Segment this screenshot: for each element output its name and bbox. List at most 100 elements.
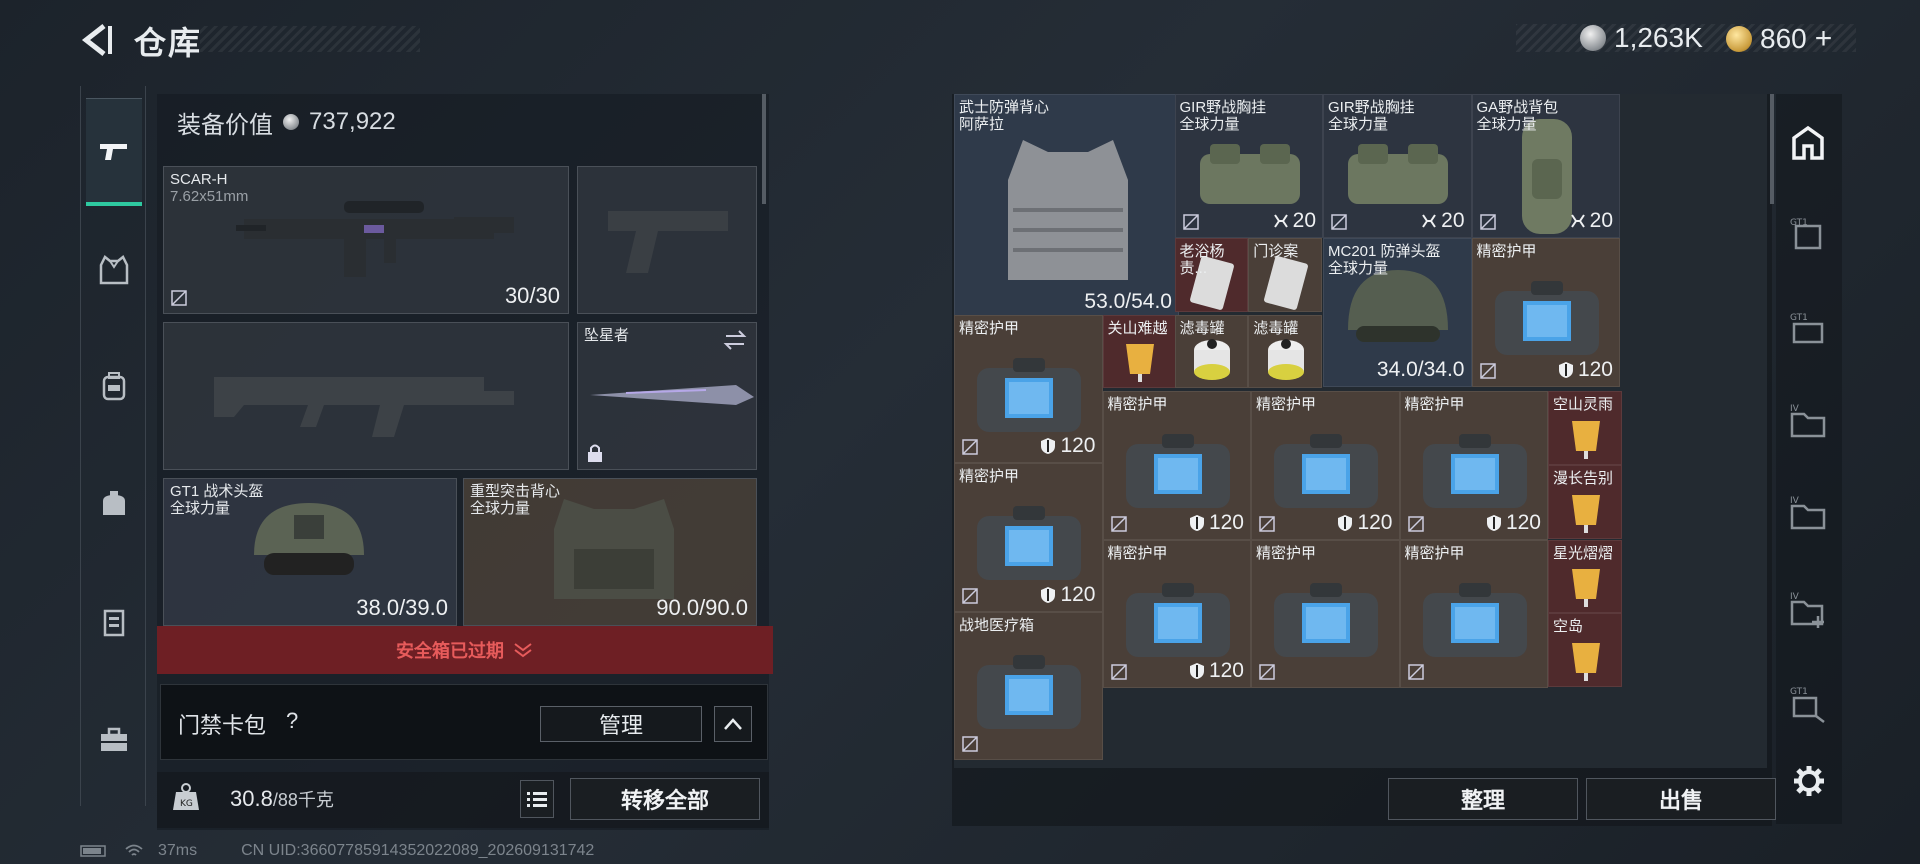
item-subtitle: 全球力量 [1476, 116, 1537, 133]
rifle-image [236, 201, 514, 277]
sell-button[interactable]: 出售 [1586, 778, 1776, 820]
storage-item[interactable]: 精密护甲 [1251, 539, 1400, 688]
storage-item[interactable]: 精密护甲 120 [1102, 539, 1251, 688]
capacity-icon [1570, 214, 1585, 228]
container-icon: GT1 [1790, 218, 1822, 250]
collapse-button[interactable] [714, 706, 752, 742]
safebox-expired-bar[interactable]: 安全箱已过期 [157, 626, 773, 674]
melee-slot[interactable]: 坠星者 [577, 322, 757, 470]
svg-text:GT1: GT1 [1790, 313, 1808, 323]
armor-icon [1041, 586, 1056, 603]
battery-icon [80, 845, 106, 857]
pistol-silhouette-icon [608, 211, 728, 273]
storage-item[interactable]: GIR野战胸挂 全球力量 20 [1174, 94, 1323, 238]
swap-icon[interactable] [722, 329, 748, 351]
armor-icon [1041, 438, 1056, 454]
storage-item[interactable]: 战地医疗箱 [954, 611, 1103, 760]
helmet-slot[interactable]: GT1 战术头盔 全球力量 38.0/39.0 [163, 478, 457, 626]
nav-medical[interactable] [86, 594, 142, 650]
nav-iv-2[interactable]: IV [1778, 484, 1838, 544]
storage-item[interactable]: 空山灵雨 [1548, 391, 1622, 465]
item-name: GIR野战胸挂 [1179, 99, 1267, 116]
item-name: 精密护甲 [1404, 544, 1465, 562]
vest-icon [99, 255, 129, 285]
item-subtitle: 阿萨拉 [959, 116, 1005, 133]
wifi-icon [125, 844, 143, 856]
back-arrow-icon [81, 24, 112, 56]
secondary-weapon-slot[interactable] [163, 322, 569, 470]
silver-amount: 1,263K [1614, 22, 1703, 53]
gold-coin-icon [1726, 26, 1752, 52]
helmet-image [254, 503, 364, 575]
no-insurance-icon [1182, 214, 1199, 230]
storage-item[interactable]: 精密护甲 120 [954, 463, 1103, 612]
storage-item[interactable]: 门诊案 [1248, 238, 1323, 312]
storage-item[interactable]: 精密护甲 120 [1102, 391, 1251, 540]
item-name: 滤毒罐 [1179, 319, 1225, 337]
item-value: 20 [1589, 209, 1613, 232]
nav-iv-1[interactable]: IV [1778, 392, 1838, 452]
nav-gt1-1[interactable]: GT1 [1778, 206, 1838, 266]
nav-pouch[interactable] [86, 476, 142, 532]
ping: 37ms [158, 842, 198, 859]
armor-icon [1189, 514, 1204, 531]
storage-item[interactable]: MC201 防弹头盔 全球力量 34.0/34.0 [1323, 238, 1472, 387]
storage-item[interactable]: 关山难越 [1102, 314, 1177, 389]
storage-item[interactable]: 精密护甲 120 [1251, 391, 1400, 540]
pistol-icon [100, 143, 127, 160]
sort-button[interactable]: 整理 [1388, 778, 1578, 820]
item-value: 20 [1441, 209, 1465, 232]
add-gold-button[interactable]: + [1815, 22, 1833, 56]
vest-image [554, 499, 674, 599]
storage-item[interactable]: 空岛 [1548, 613, 1622, 688]
nav-storage-home[interactable] [1778, 114, 1838, 174]
item-value: 120 [1208, 659, 1244, 682]
nav-iv-add[interactable]: IV [1778, 580, 1838, 640]
storage-item[interactable]: 滤毒罐 [1174, 314, 1249, 389]
transfer-all-button[interactable]: 转移全部 [570, 778, 760, 820]
pistol-slot[interactable] [577, 166, 757, 314]
list-button[interactable] [520, 780, 554, 818]
back-button[interactable] [78, 22, 114, 58]
primary-weapon-slot[interactable]: SCAR-H 7.62x51mm 30/30 [163, 166, 569, 314]
weight-capacity: /88千克 [272, 790, 334, 810]
storage-item[interactable]: 老浴杨责... [1174, 238, 1249, 312]
nav-armor[interactable] [86, 242, 142, 298]
storage-item[interactable]: 星光熠熠 [1548, 539, 1622, 614]
vest-slot[interactable]: 重型突击背心 全球力量 90.0/90.0 [463, 478, 757, 626]
help-icon[interactable]: ? [286, 708, 298, 734]
item-value: 120 [1208, 510, 1244, 534]
no-insurance-icon [1110, 664, 1127, 680]
storage-item[interactable]: 滤毒罐 [1248, 314, 1323, 389]
storage-item[interactable]: 精密护甲 120 [1471, 238, 1620, 387]
nav-gt1-2[interactable]: GT1 [1778, 300, 1838, 360]
svg-text:GT1: GT1 [1790, 218, 1808, 228]
storage-item[interactable]: 漫长告别 [1548, 464, 1622, 539]
capacity-icon [1273, 214, 1288, 228]
nav-toolbox[interactable] [86, 712, 142, 768]
item-name: GA野战背包 [1476, 99, 1559, 116]
storage-item[interactable]: GIR野战胸挂 全球力量 20 [1323, 94, 1472, 238]
gear-icon[interactable] [1792, 764, 1826, 798]
manage-button[interactable]: 管理 [540, 706, 702, 742]
item-name: GIR野战胸挂 [1328, 99, 1415, 116]
storage-item[interactable]: 武士防弹背心 阿萨拉 53.0/54.0 [954, 94, 1179, 319]
page-title: 仓库 [134, 25, 203, 61]
storage-item[interactable]: 精密护甲 120 [954, 314, 1103, 463]
armor-icon [1558, 361, 1573, 378]
item-value: 34.0/34.0 [1376, 357, 1465, 381]
nav-gt1-3[interactable]: GT1 [1778, 674, 1838, 734]
item-name: 精密护甲 [959, 468, 1020, 485]
scrollbar[interactable] [762, 94, 766, 204]
storage-item[interactable]: 精密护甲 120 [1399, 391, 1548, 540]
no-insurance-icon [1479, 214, 1496, 230]
nav-weapon[interactable] [86, 98, 142, 206]
svg-text:IV: IV [1790, 592, 1800, 602]
lock-icon [588, 444, 602, 462]
storage-item[interactable]: 精密护甲 [1399, 539, 1548, 688]
gold-amount: 860 [1760, 23, 1807, 54]
nav-backpack[interactable] [86, 358, 142, 414]
gold-currency[interactable]: 860 + [1726, 22, 1832, 56]
storage-item[interactable]: GA野战背包 全球力量 20 [1471, 94, 1620, 238]
storage-scrollbar[interactable] [1770, 94, 1774, 204]
